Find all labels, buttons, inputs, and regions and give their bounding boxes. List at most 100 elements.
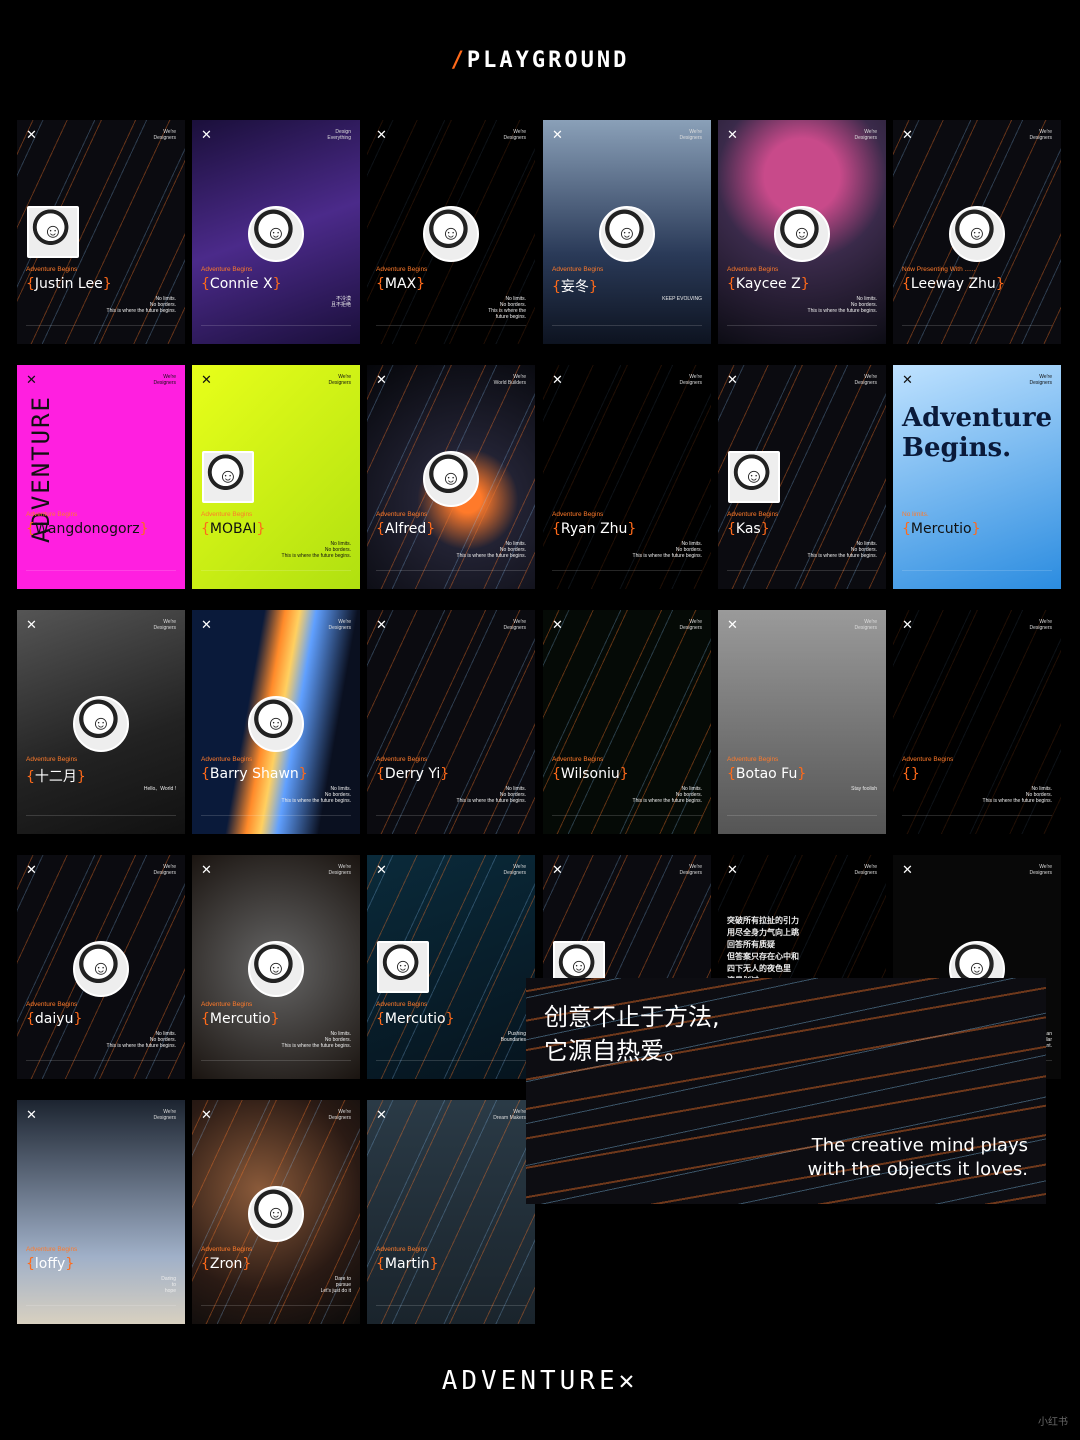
poster-tagline: We're Designers (153, 864, 176, 876)
poster-footer (201, 1305, 351, 1316)
feature-chinese-text: 创意不止于方法, 它源自热爱。 (544, 1003, 720, 1065)
poster-kicker: Adventure Begins (727, 511, 779, 518)
poster-tagline: We're Designers (854, 619, 877, 631)
poster-tagline: We're Designers (854, 129, 877, 141)
poster-card[interactable]: ✕ We're Dream Makers Adventure Begins {Mart… (367, 1100, 535, 1324)
avatar: ☺ (248, 1186, 304, 1242)
poster-name-text: Zron (209, 1256, 243, 1272)
poster-card[interactable]: ✕ We're Designers ☺ Adventure Begins {Mercut… (192, 855, 360, 1079)
avatar-face-icon: ☺ (265, 712, 287, 735)
poster-kicker: Adventure Begins (552, 756, 604, 763)
poster-name-text: Wangdonogorz (34, 521, 140, 537)
poster-card[interactable]: ✕ We're Designers ADVENTURE Adventure Begin… (17, 365, 185, 589)
brace-open: { (201, 1256, 210, 1272)
x-logo-icon: ✕ (26, 863, 37, 878)
poster-tagline: We're Designers (153, 374, 176, 386)
poster-card[interactable]: ✕ We're Designers ☺ Now Presenting With ...… (893, 120, 1061, 344)
poster-card[interactable]: ✕ We're Designers ☺ Adventure Begins {daiyu}… (17, 855, 185, 1079)
poster-motto: Daring to hope (161, 1276, 176, 1294)
poster-card[interactable]: ✕ We're Designers Adventure Begins {} No lim… (893, 610, 1061, 834)
x-logo-icon: ✕ (552, 128, 563, 143)
poster-motto: No limits. No borders. This is where the… (632, 786, 702, 804)
brand-logo: ADVENTURE✕ (0, 1366, 1080, 1396)
poster-footer (552, 325, 702, 336)
poster-footer (376, 325, 526, 336)
poster-card[interactable]: ✕ We're Designers ☺ Adventure Begins {妄冬} KEE… (543, 120, 711, 344)
poster-kicker: Adventure Begins (902, 756, 954, 763)
poster-motto: No limits. No borders. This is where the… (106, 1031, 176, 1049)
poster-tagline: We're Designers (328, 374, 351, 386)
poster-name-text: Mercutio (910, 521, 972, 537)
poster-card[interactable]: ✕ We're Designers ☺ Adventure Begins {MAX} No… (367, 120, 535, 344)
poster-card[interactable]: ✕ We're Designers Adventure Begins {Ryan Zh… (543, 365, 711, 589)
avatar-face-icon: ☺ (265, 222, 287, 245)
poster-tagline: We're Designers (153, 619, 176, 631)
avatar: ☺ (423, 206, 479, 262)
poster-card[interactable]: ✕ We're Designers Adventure Begins. No limi… (893, 365, 1061, 589)
poster-name: {MAX} (376, 276, 425, 292)
poster-motto: Dare to pursue Let's just do it (320, 1276, 351, 1294)
poster-card[interactable]: ✕ We're Designers ☺ Adventure Begins {Justin… (17, 120, 185, 344)
poster-card[interactable]: ✕ We're Designers Adventure Begins {Wilsoni… (543, 610, 711, 834)
brace-close: } (619, 766, 629, 782)
poster-card[interactable]: ✕ Design Everything ☺ Adventure Begins {Conn… (192, 120, 360, 344)
x-logo-icon: ✕ (201, 128, 212, 143)
poster-footer (26, 1305, 176, 1316)
brace-close: } (272, 276, 282, 292)
brace-open: { (376, 521, 385, 537)
poster-kicker: Adventure Begins (727, 756, 779, 763)
brace-close: } (426, 521, 436, 537)
avatar-face-icon: ☺ (966, 222, 988, 245)
brace-open: { (26, 1256, 35, 1272)
poster-footer (902, 325, 1052, 336)
brace-open: { (201, 276, 210, 292)
poster-motto: No limits. No borders. This is where the… (632, 541, 702, 559)
avatar-face-icon: ☺ (217, 465, 239, 488)
poster-name-text: Kaycee Z (735, 276, 801, 292)
avatar-face-icon: ☺ (90, 712, 112, 735)
poster-motto: No limits. No borders. This is where the… (456, 786, 526, 804)
poster-name: {十二月} (26, 766, 86, 786)
poster-name: {Mercutio} (376, 1011, 455, 1027)
brace-close: } (910, 766, 920, 782)
poster-motto: Hello、World ! (143, 786, 176, 792)
brace-close: } (65, 1256, 75, 1272)
poster-card[interactable]: ✕ We're Designers Adventure Begins {Botao F… (718, 610, 886, 834)
poster-card[interactable]: ✕ We're Designers ☺ Adventure Begins {Kaycee… (718, 120, 886, 344)
x-logo-icon: ✕ (376, 373, 387, 388)
x-logo-icon: ✕ (552, 373, 563, 388)
poster-card[interactable]: ✕ We're Designers ☺ Adventure Begins {Kas} No… (718, 365, 886, 589)
x-logo-icon: ✕ (376, 128, 387, 143)
poster-card[interactable]: ✕ We're Designers ☺ Adventure Begins {Zron} D… (192, 1100, 360, 1324)
poster-motto: KEEP EVOLVING (662, 296, 702, 302)
poster-kicker: Adventure Begins (552, 511, 604, 518)
poster-footer (201, 570, 351, 581)
poster-card[interactable]: ✕ We're Designers ☺ Adventure Begins {十二月} He… (17, 610, 185, 834)
poster-kicker: No limits. (902, 511, 929, 518)
poster-card[interactable]: ✕ We're Designers Adventure Begins {Derry Y… (367, 610, 535, 834)
poster-kicker: Adventure Begins (201, 1001, 253, 1008)
brace-open: { (727, 521, 736, 537)
poster-background (718, 610, 886, 834)
poster-footer (552, 815, 702, 826)
poster-tagline: We're Designers (1029, 374, 1052, 386)
x-logo-icon: ✕ (26, 618, 37, 633)
poster-tagline: We're World Builders (493, 374, 526, 386)
poster-name: {} (902, 766, 920, 782)
brace-close: } (440, 766, 450, 782)
x-logo-icon: ✕ (376, 863, 387, 878)
poster-card[interactable]: ✕ We're Designers ☺ Adventure Begins {Mercut… (367, 855, 535, 1079)
poster-footer (376, 570, 526, 581)
avatar: ☺ (248, 696, 304, 752)
poster-footer (727, 325, 877, 336)
poster-card[interactable]: ✕ We're Designers ☺ Adventure Begins {Barry … (192, 610, 360, 834)
poster-motto: No limits. No borders. This is where the… (488, 296, 526, 320)
poster-card[interactable]: ✕ We're Designers ☺ Adventure Begins {MOBAI}… (192, 365, 360, 589)
poster-card[interactable]: ✕ We're Designers Adventure Begins {loffy} D… (17, 1100, 185, 1324)
x-logo-icon: ✕ (376, 1108, 387, 1123)
poster-tagline: We're Designers (679, 619, 702, 631)
poster-kicker: Adventure Begins (552, 266, 604, 273)
avatar: ☺ (949, 206, 1005, 262)
poster-name: {Botao Fu} (727, 766, 806, 782)
poster-card[interactable]: ✕ We're World Builders ☺ Adventure Begins {A… (367, 365, 535, 589)
